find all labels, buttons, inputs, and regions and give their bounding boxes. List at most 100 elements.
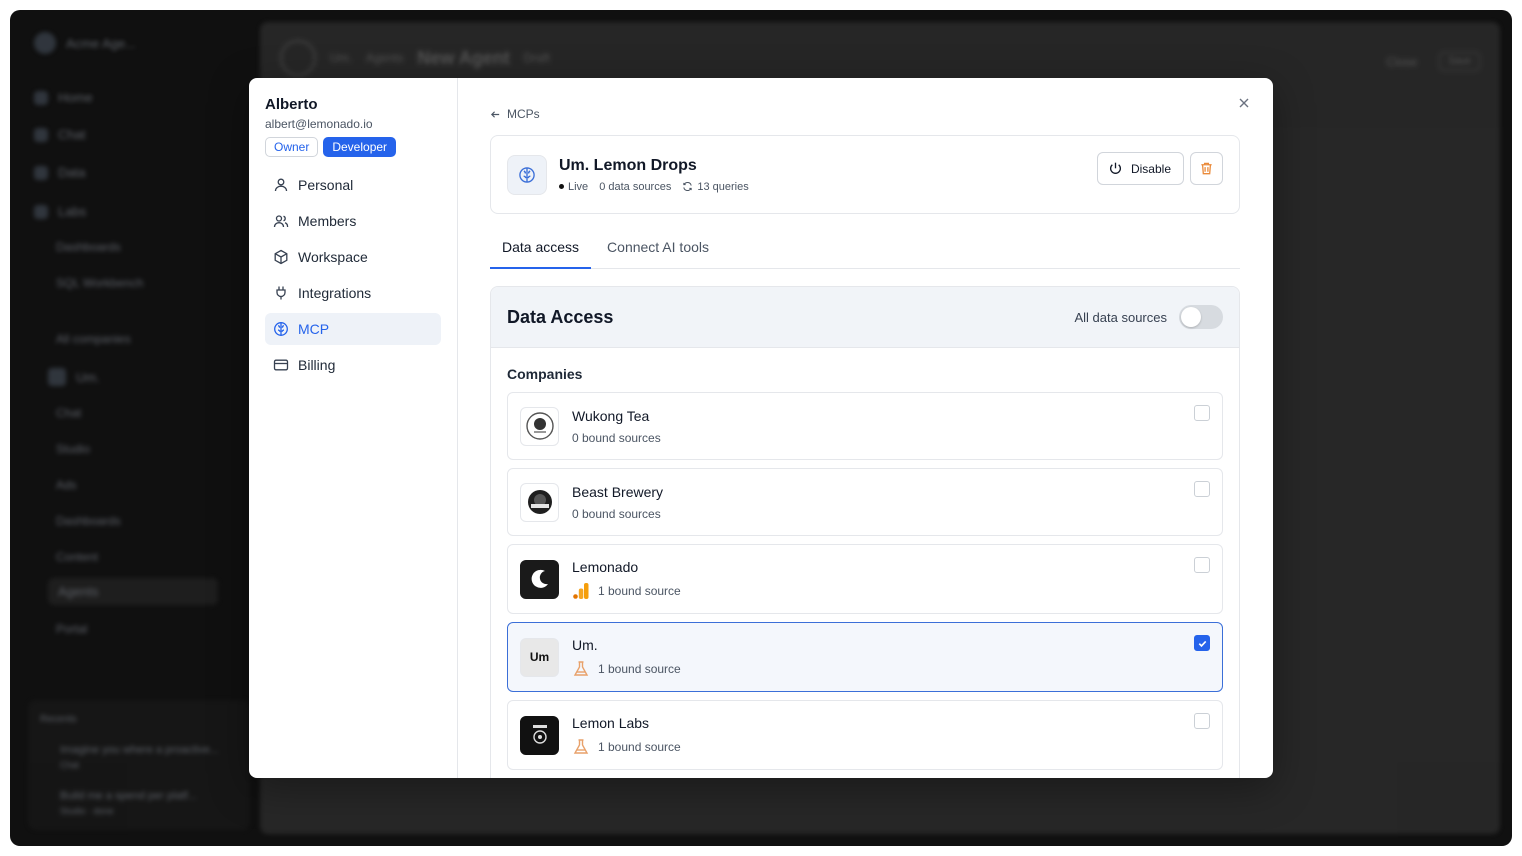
company-checkbox[interactable] xyxy=(1194,557,1210,573)
company-checkbox-checked[interactable] xyxy=(1194,635,1210,651)
agent-avatar xyxy=(507,154,547,195)
company-row-lemonado[interactable]: Lemonado 1 bound source xyxy=(507,544,1223,614)
bg-nav-label: SQL Workbench xyxy=(56,276,144,290)
um-logo-text: Um xyxy=(529,650,550,664)
agent-card: Um. Lemon Drops Live 0 data sources 13 q… xyxy=(490,135,1240,214)
data-access-panel: Data Access All data sources Companies W… xyxy=(490,286,1240,778)
company-info: Lemon Labs 1 bound source xyxy=(572,715,681,756)
home-icon xyxy=(34,90,48,105)
bg-nav-data: Data xyxy=(34,165,85,180)
status-badge: Draft xyxy=(523,51,550,65)
agent-name: Um. Lemon Drops xyxy=(559,156,697,174)
nav-label: Personal xyxy=(298,177,354,193)
disable-button[interactable]: Disable xyxy=(1096,152,1184,185)
company-name: Beast Brewery xyxy=(572,483,664,500)
nav-label: Integrations xyxy=(298,285,372,301)
company-row-beast-brewery[interactable]: Beast Brewery 0 bound sources xyxy=(507,468,1223,536)
nav-item-integrations[interactable]: Integrations xyxy=(265,277,441,309)
company-row-um[interactable]: Um Um. 1 bound source xyxy=(507,622,1223,692)
beast-brewery-logo-mark xyxy=(527,490,552,514)
bg-nav-label: All companies xyxy=(56,332,131,346)
all-data-sources-label: All data sources xyxy=(1074,309,1168,325)
nav-label: MCP xyxy=(298,321,330,337)
bound-sources-label: 1 bound source xyxy=(598,583,681,598)
cube-icon xyxy=(274,249,288,265)
company-row-lemon-labs[interactable]: Lemon Labs 1 bound source xyxy=(507,700,1223,770)
workspace-name: Acme Age... xyxy=(66,35,137,51)
breadcrumb-item: Um. xyxy=(330,51,352,65)
nav-item-mcp[interactable]: MCP xyxy=(265,313,441,345)
bg-nav-label: Ads xyxy=(56,478,77,492)
bg-nav-labs: Labs xyxy=(34,204,86,219)
agent-actions: Disable xyxy=(1096,152,1223,185)
user-name: Alberto xyxy=(265,96,318,113)
lemon-labs-logo xyxy=(520,715,559,755)
data-access-body: Companies Wukong Tea 0 bound sources Bea… xyxy=(491,348,1239,770)
check-icon xyxy=(1198,640,1206,647)
lemonado-logo xyxy=(520,559,559,599)
nav-item-members[interactable]: Members xyxy=(265,205,441,237)
company-checkbox[interactable] xyxy=(1194,713,1210,729)
lemon-labs-logo-mark xyxy=(532,725,547,744)
bg-nav-um-dashboards: Dashboards xyxy=(56,514,121,528)
role-badges: Owner Developer xyxy=(265,137,441,157)
bg-nav-label: Portal xyxy=(56,622,88,636)
back-to-mcps-link[interactable]: MCPs xyxy=(490,106,1240,122)
queries-count: 13 queries xyxy=(682,181,749,193)
tab-connect-ai-tools[interactable]: Connect AI tools xyxy=(595,235,721,269)
settings-nav: Personal Members Workspace Integrations … xyxy=(265,169,441,381)
role-owner-badge: Owner xyxy=(265,137,319,157)
trash-icon xyxy=(1201,162,1212,175)
company-checkbox[interactable] xyxy=(1194,481,1210,497)
bg-nav-label: Studio xyxy=(56,442,91,456)
agent-logo xyxy=(280,40,316,76)
company-row-wukong-tea[interactable]: Wukong Tea 0 bound sources xyxy=(507,392,1223,460)
agent-info: Um. Lemon Drops Live 0 data sources 13 q… xyxy=(559,157,749,193)
bg-nav-studio: Studio xyxy=(56,442,90,456)
workspace-logo xyxy=(34,32,56,54)
company-checkbox[interactable] xyxy=(1194,405,1210,421)
recent-item-title: Imagine you where a proactive... xyxy=(60,744,219,756)
nav-item-billing[interactable]: Billing xyxy=(265,349,441,381)
bg-nav-dashboards: Dashboards xyxy=(56,240,121,254)
arrow-left-icon xyxy=(490,110,500,118)
users-icon xyxy=(273,215,289,228)
nav-label: Workspace xyxy=(298,249,368,265)
company-info: Lemonado 1 bound source xyxy=(572,559,681,600)
wukong-tea-logo-mark xyxy=(525,412,554,440)
company-info: Beast Brewery 0 bound sources xyxy=(572,484,663,521)
company-sources: 0 bound sources xyxy=(572,431,661,445)
recents-panel: Recents Imagine you where a proactive...… xyxy=(28,700,250,830)
bg-nav-label: Chat xyxy=(56,406,82,420)
flask-icon xyxy=(34,204,48,219)
close-button: Close xyxy=(1386,54,1418,69)
um-icon xyxy=(48,368,66,386)
power-icon xyxy=(1109,162,1121,174)
bg-nav-label: Data xyxy=(58,165,86,180)
save-button: Save xyxy=(1439,52,1480,71)
um-logo: Um xyxy=(520,637,559,677)
companies-heading: Companies xyxy=(507,366,583,382)
bg-nav-agents: Agents xyxy=(48,578,218,605)
data-icon xyxy=(34,165,48,180)
bg-nav-content: Content xyxy=(56,550,98,564)
recent-item-title: Build me a spend per platf... xyxy=(60,790,197,802)
bg-nav-label: Labs xyxy=(58,204,87,219)
background-sidebar: Acme Age... Home Chat Data Labs Dashboar… xyxy=(10,10,260,846)
company-info: Wukong Tea 0 bound sources xyxy=(572,408,661,445)
close-icon[interactable] xyxy=(1237,96,1251,110)
nav-label: Members xyxy=(298,213,357,229)
tab-data-access[interactable]: Data access xyxy=(490,235,592,269)
status-dot xyxy=(559,184,564,189)
bound-sources-label: 1 bound source xyxy=(598,739,681,754)
back-label: MCPs xyxy=(507,107,540,121)
nav-item-personal[interactable]: Personal xyxy=(265,169,441,201)
nav-item-workspace[interactable]: Workspace xyxy=(265,241,441,273)
data-sources-count: 0 data sources xyxy=(599,180,672,193)
all-data-sources-toggle[interactable] xyxy=(1179,305,1223,329)
bound-sources-label: 0 bound sources xyxy=(572,430,661,445)
flask-icon xyxy=(573,738,589,754)
credit-card-icon xyxy=(273,359,289,371)
delete-button[interactable] xyxy=(1190,152,1223,185)
lemonado-logo-mark xyxy=(531,569,548,588)
